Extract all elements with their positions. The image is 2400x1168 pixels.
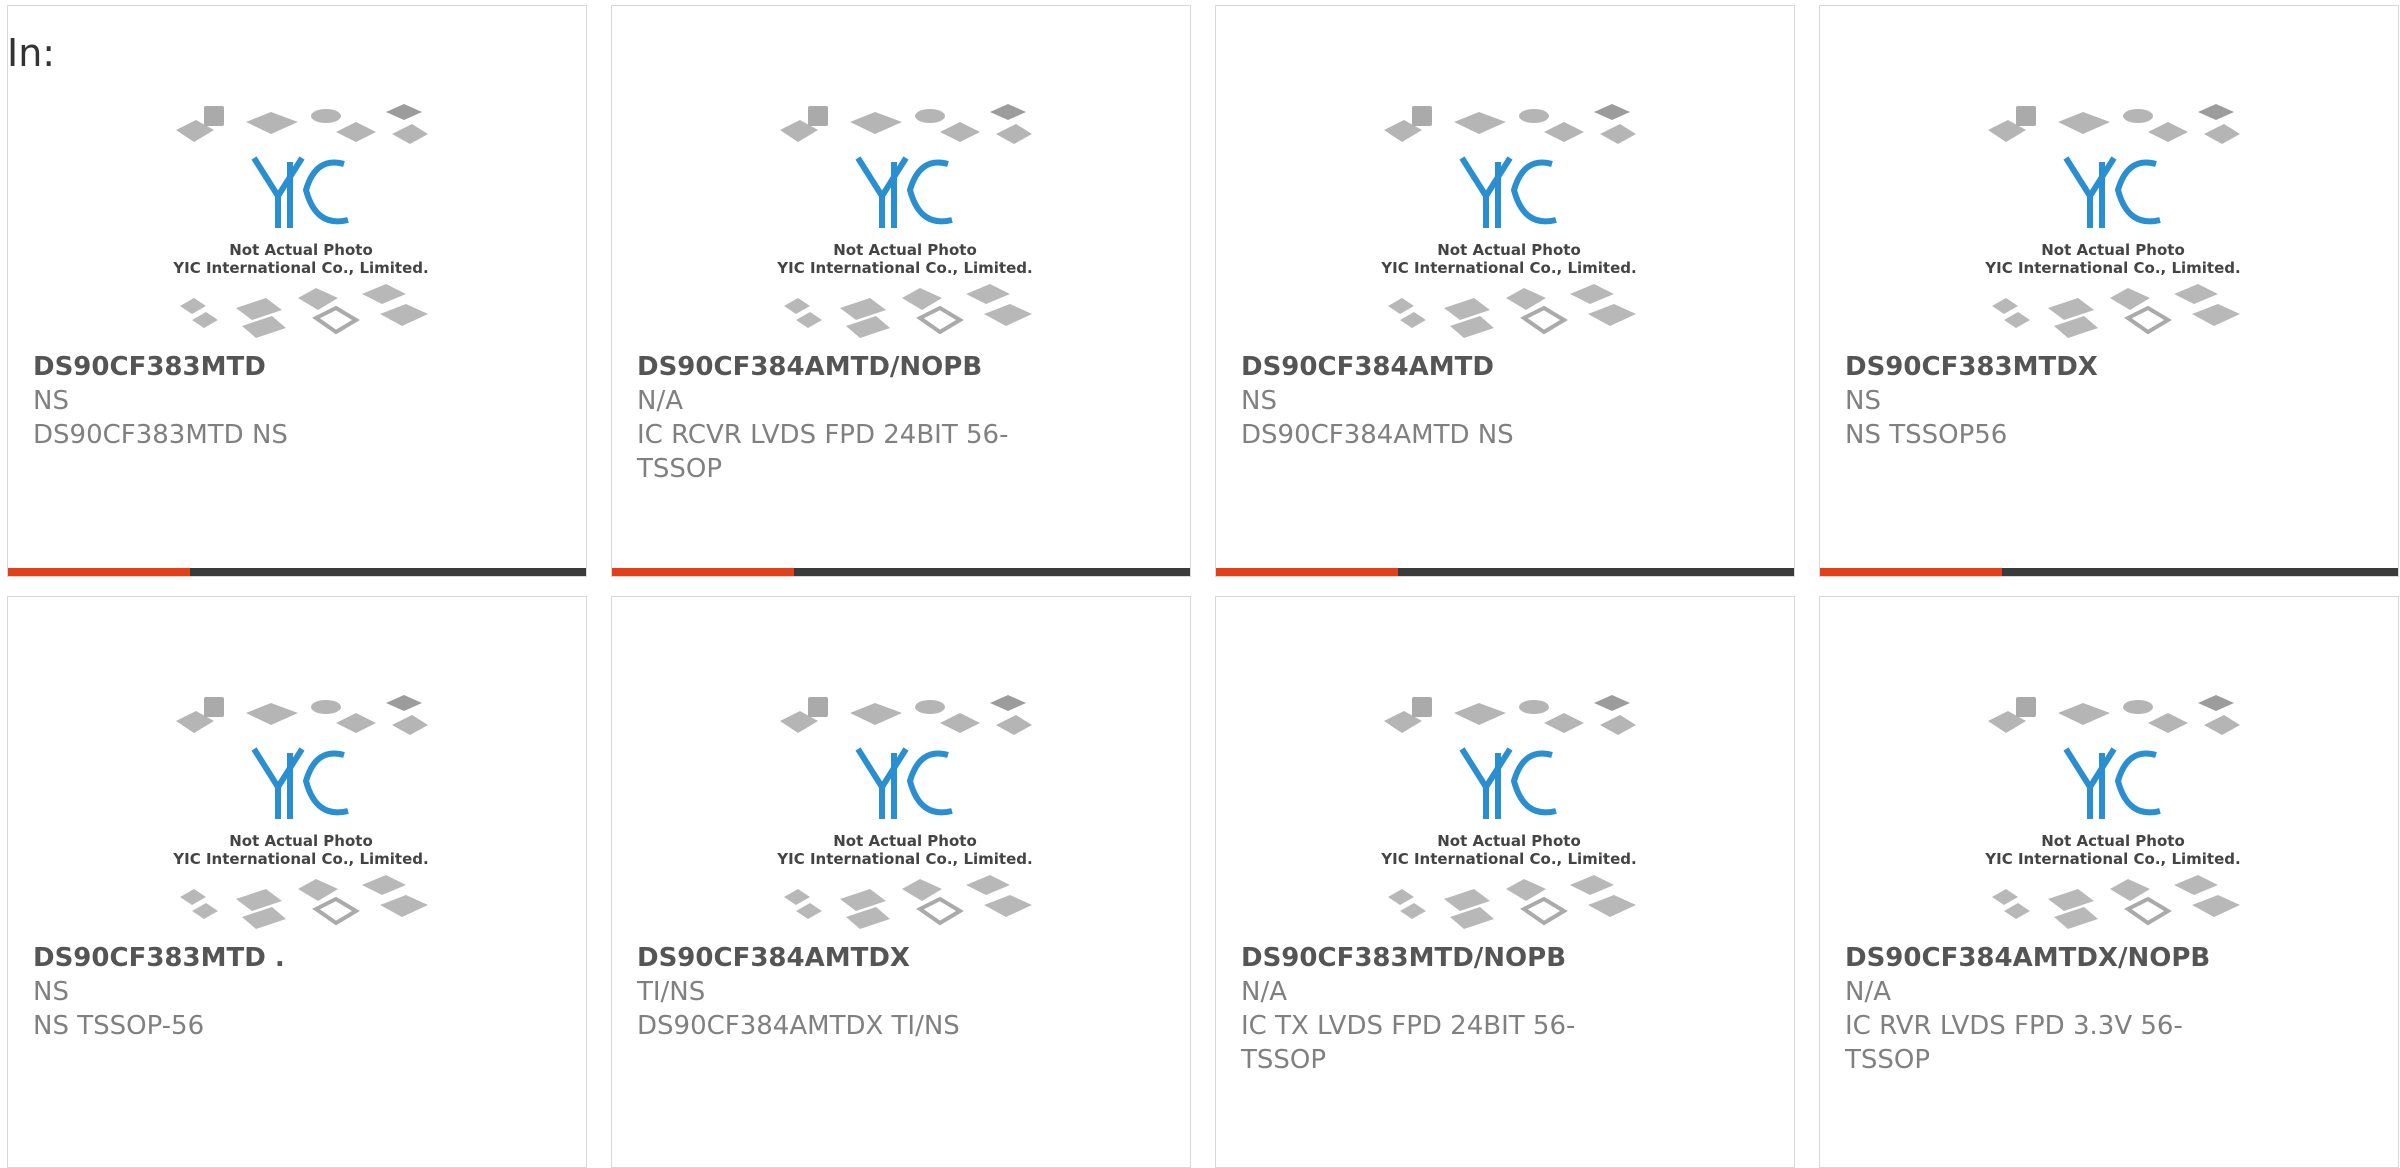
yic-logo [2063,747,2161,819]
manufacturer: NS [1845,386,1881,416]
part-number-link[interactable]: DS90CF384AMTDX [637,941,1165,975]
part-number-link[interactable]: DS90CF383MTDX [1845,350,2373,384]
photo-company: YIC International Co., Limited. [1380,259,1636,277]
manufacturer: NS [33,386,69,416]
product-photo-placeholder[interactable]: Not Actual Photo YIC International Co., … [1374,98,1644,342]
part-number-link[interactable]: DS90CF383MTD [33,350,561,384]
product-photo-placeholder[interactable]: Not Actual Photo YIC International Co., … [770,689,1040,933]
description: DS90CF384AMTDX TI/NS [637,1011,960,1041]
part-number-link[interactable]: DS90CF384AMTD/NOPB [637,350,1165,384]
product-info: DS90CF384AMTDX TI/NS DS90CF384AMTDX TI/NS [637,941,1165,1043]
product-info: DS90CF384AMTDX/NOPB N/A IC RVR LVDS FPD 3.… [1845,941,2373,1077]
photo-company: YIC International Co., Limited. [776,850,1032,868]
description: NS TSSOP-56 [33,1011,205,1041]
part-number-link[interactable]: DS90CF383MTD . [33,941,561,975]
product-info: DS90CF384AMTD NS DS90CF384AMTD NS [1241,350,1769,452]
description: DS90CF384AMTD NS [1241,420,1514,450]
photo-caption: Not Actual Photo [833,832,977,850]
yic-logo [1459,747,1557,819]
product-card[interactable]: Not Actual Photo YIC International Co., … [1819,596,2399,1168]
yic-logo [251,747,349,819]
yic-logo [2063,156,2161,228]
photo-company: YIC International Co., Limited. [776,259,1032,277]
product-photo-placeholder[interactable]: Not Actual Photo YIC International Co., … [1978,689,2248,933]
product-photo-placeholder[interactable]: Not Actual Photo YIC International Co., … [1374,689,1644,933]
description: NS TSSOP56 [1845,420,2008,450]
yic-logo [855,156,953,228]
product-card[interactable]: Not Actual Photo YIC International Co., … [1215,5,1795,577]
part-number-link[interactable]: DS90CF384AMTDX/NOPB [1845,941,2373,975]
photo-caption: Not Actual Photo [2041,832,2185,850]
card-accent-bar [1216,568,1398,576]
manufacturer: N/A [637,386,683,416]
product-info: DS90CF383MTD . NS NS TSSOP-56 [33,941,561,1043]
yic-logo [251,156,349,228]
product-card[interactable]: Not Actual Photo YIC International Co., … [611,596,1191,1168]
photo-caption: Not Actual Photo [833,241,977,259]
product-photo-placeholder[interactable]: Not Actual Photo YIC International Co., … [1978,98,2248,342]
photo-company: YIC International Co., Limited. [172,850,428,868]
card-accent-bar [8,568,190,576]
card-accent-bar [612,568,794,576]
product-info: DS90CF383MTD/NOPB N/A IC TX LVDS FPD 24BIT… [1241,941,1769,1077]
part-number-link[interactable]: DS90CF384AMTD [1241,350,1769,384]
product-info: DS90CF383MTDX NS NS TSSOP56 [1845,350,2373,452]
product-info: DS90CF383MTD NS DS90CF383MTD NS [33,350,561,452]
card-bottom-bar [8,568,586,576]
photo-company: YIC International Co., Limited. [172,259,428,277]
card-bottom-bar [1216,568,1794,576]
photo-caption: Not Actual Photo [229,832,373,850]
description: IC RCVR LVDS FPD 24BIT 56-TSSOP [637,420,1009,484]
product-card[interactable]: Not Actual Photo YIC International Co., … [611,5,1191,577]
description: DS90CF383MTD NS [33,420,288,450]
photo-company: YIC International Co., Limited. [1984,259,2240,277]
photo-caption: Not Actual Photo [1437,832,1581,850]
description: IC RVR LVDS FPD 3.3V 56-TSSOP [1845,1011,2183,1075]
manufacturer: NS [1241,386,1277,416]
product-card[interactable]: Not Actual Photo YIC International Co., … [1819,5,2399,577]
filter-label: In: [7,31,56,75]
manufacturer: N/A [1241,977,1287,1007]
part-number-link[interactable]: DS90CF383MTD/NOPB [1241,941,1769,975]
card-accent-bar [1820,568,2002,576]
product-card[interactable]: Not Actual Photo YIC International Co., … [1215,596,1795,1168]
manufacturer: TI/NS [637,977,706,1007]
photo-caption: Not Actual Photo [1437,241,1581,259]
product-card[interactable]: Not Actual Photo YIC International Co., … [7,596,587,1168]
card-bottom-bar [612,568,1190,576]
description: IC TX LVDS FPD 24BIT 56-TSSOP [1241,1011,1576,1075]
product-grid: Not Actual Photo YIC International Co., … [7,5,2399,1168]
photo-company: YIC International Co., Limited. [1984,850,2240,868]
manufacturer: NS [33,977,69,1007]
photo-caption: Not Actual Photo [2041,241,2185,259]
product-card[interactable]: Not Actual Photo YIC International Co., … [7,5,587,577]
yic-logo [1459,156,1557,228]
yic-logo [855,747,953,819]
manufacturer: N/A [1845,977,1891,1007]
card-bottom-bar [1820,568,2398,576]
product-photo-placeholder[interactable]: Not Actual Photo YIC International Co., … [770,98,1040,342]
product-photo-placeholder[interactable]: Not Actual Photo YIC International Co., … [166,98,436,342]
product-info: DS90CF384AMTD/NOPB N/A IC RCVR LVDS FPD 24… [637,350,1165,486]
photo-company: YIC International Co., Limited. [1380,850,1636,868]
photo-caption: Not Actual Photo [229,241,373,259]
product-photo-placeholder[interactable]: Not Actual Photo YIC International Co., … [166,689,436,933]
